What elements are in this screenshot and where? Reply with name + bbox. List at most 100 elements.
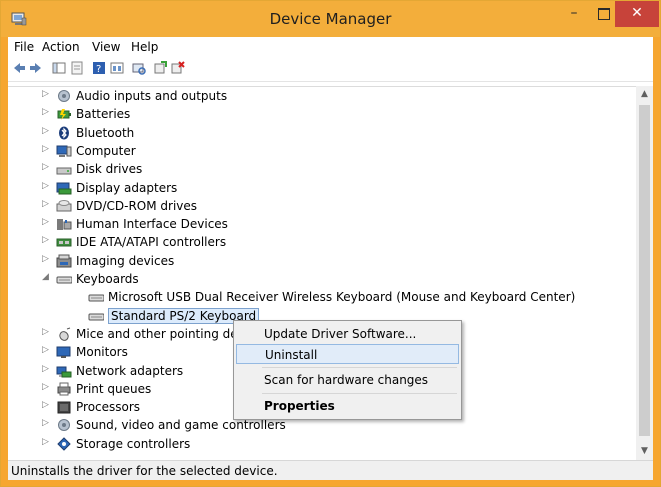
disk-drive-icon	[56, 162, 72, 176]
menu-file[interactable]: File	[14, 40, 34, 54]
status-bar: Uninstalls the driver for the selected d…	[8, 460, 653, 480]
tree-item-label: Human Interface Devices	[76, 217, 228, 231]
expand-chevron-icon[interactable]: ▷	[42, 162, 52, 172]
battery-icon	[56, 107, 72, 121]
context-menu-separator	[262, 393, 457, 394]
scan-hardware-icon	[132, 63, 146, 75]
minimize-icon: –	[570, 5, 578, 21]
scan-hardware-toolbar-button[interactable]	[132, 61, 146, 75]
expand-chevron-icon[interactable]: ▷	[42, 217, 52, 227]
tree-item-label: Storage controllers	[76, 437, 191, 451]
properties-icon	[71, 61, 83, 75]
context-update-driver-software[interactable]: Update Driver Software...	[236, 324, 459, 344]
title-bar[interactable]: Device Manager – ✕	[1, 1, 660, 37]
computer-icon	[56, 144, 72, 158]
menu-action[interactable]: Action	[42, 40, 80, 54]
expand-chevron-icon[interactable]: ▷	[42, 327, 52, 337]
uninstall-toolbar-button[interactable]	[171, 61, 185, 75]
imaging-device-icon	[56, 254, 72, 268]
expand-chevron-icon[interactable]: ▷	[42, 418, 52, 428]
tree-category-item[interactable]: ▷ Computer	[8, 143, 638, 161]
expand-chevron-icon[interactable]: ▷	[42, 400, 52, 410]
expand-chevron-icon[interactable]: ▷	[42, 89, 52, 99]
printer-icon	[56, 382, 72, 396]
dvd-drive-icon	[56, 199, 72, 213]
tree-category-item[interactable]: ▷ Bluetooth	[8, 125, 638, 143]
tree-item-label: IDE ATA/ATAPI controllers	[76, 235, 227, 249]
tree-category-item[interactable]: ▷ Batteries	[8, 106, 638, 124]
keyboard-icon	[88, 309, 104, 323]
uninstall-icon	[171, 61, 185, 74]
expand-chevron-icon[interactable]: ▷	[42, 107, 52, 117]
tree-category-item[interactable]: ▷ Human Interface Devices	[8, 216, 638, 234]
back-button[interactable]	[12, 61, 26, 75]
menu-bar: File Action View Help	[8, 37, 653, 57]
processor-icon	[56, 400, 72, 414]
tree-category-item[interactable]: ▷ IDE ATA/ATAPI controllers	[8, 234, 638, 252]
tree-category-item[interactable]: ▷ Audio inputs and outputs	[8, 88, 638, 106]
tree-item-label: Display adapters	[76, 181, 178, 195]
vertical-scrollbar[interactable]: ▲ ▼	[636, 86, 653, 460]
tree-device-item[interactable]: Microsoft USB Dual Receiver Wireless Key…	[8, 289, 638, 307]
tree-item-label: Sound, video and game controllers	[76, 418, 286, 432]
tree-item-label: Processors	[76, 400, 141, 414]
status-text: Uninstalls the driver for the selected d…	[11, 464, 278, 478]
update-driver-icon	[154, 61, 167, 74]
expand-chevron-icon[interactable]: ▷	[42, 235, 52, 245]
minimize-button[interactable]: –	[559, 1, 589, 27]
tree-item-label: Audio inputs and outputs	[76, 89, 228, 103]
collapse-chevron-icon[interactable]: ◢	[42, 272, 52, 282]
toolbar: ?	[8, 57, 653, 82]
forward-arrow-icon	[30, 63, 41, 73]
expand-chevron-icon[interactable]: ▷	[42, 181, 52, 191]
expand-chevron-icon[interactable]: ▷	[42, 126, 52, 136]
menu-view[interactable]: View	[92, 40, 120, 54]
close-button[interactable]: ✕	[615, 1, 659, 27]
context-menu-separator	[262, 367, 457, 368]
expand-chevron-icon[interactable]: ▷	[42, 437, 52, 447]
tree-item-label: Mice and other pointing dev	[76, 327, 245, 341]
expand-chevron-icon[interactable]: ▷	[42, 144, 52, 154]
tree-category-item[interactable]: ▷ Storage controllers	[8, 436, 638, 454]
tree-item-label: Bluetooth	[76, 126, 135, 140]
tree-category-item[interactable]: ▷ Display adapters	[8, 180, 638, 198]
update-driver-toolbar-button[interactable]	[153, 61, 167, 75]
menu-help[interactable]: Help	[131, 40, 158, 54]
expand-chevron-icon[interactable]: ▷	[42, 382, 52, 392]
expand-chevron-icon[interactable]: ▷	[42, 364, 52, 374]
ide-controller-icon	[56, 235, 72, 249]
tree-item-label: DVD/CD-ROM drives	[76, 199, 198, 213]
network-adapter-icon	[56, 364, 72, 378]
tree-item-label: Computer	[76, 144, 136, 158]
tree-category-item[interactable]: ▷ Disk drives	[8, 161, 638, 179]
chevron-down-icon: ▼	[641, 446, 648, 456]
tree-category-item[interactable]: ▷ Imaging devices	[8, 253, 638, 271]
help-toolbar-button[interactable]: ?	[92, 61, 106, 75]
tree-category-item[interactable]: ◢ Keyboards	[8, 271, 638, 289]
sound-icon	[56, 418, 72, 432]
storage-controller-icon	[56, 437, 72, 451]
expand-chevron-icon[interactable]: ▷	[42, 199, 52, 209]
tree-item-label: Keyboards	[76, 272, 139, 286]
keyboard-icon	[56, 272, 72, 286]
context-scan-hardware-changes[interactable]: Scan for hardware changes	[236, 370, 459, 390]
chevron-up-icon: ▲	[641, 89, 648, 99]
help-icon: ?	[93, 62, 105, 75]
hid-icon	[56, 217, 72, 231]
forward-button[interactable]	[29, 61, 43, 75]
context-properties[interactable]: Properties	[236, 396, 459, 416]
context-uninstall[interactable]: Uninstall	[236, 344, 459, 364]
tree-category-item[interactable]: ▷ DVD/CD-ROM drives	[8, 198, 638, 216]
scrollbar-thumb[interactable]	[639, 105, 650, 436]
expand-chevron-icon[interactable]: ▷	[42, 345, 52, 355]
show-hide-console-tree-button[interactable]	[52, 61, 66, 75]
view-toolbar-button[interactable]	[110, 61, 124, 75]
tree-item-label: Microsoft USB Dual Receiver Wireless Key…	[108, 290, 576, 304]
properties-toolbar-button[interactable]	[70, 61, 84, 75]
expand-chevron-icon[interactable]: ▷	[42, 254, 52, 264]
scroll-up-button[interactable]: ▲	[636, 86, 653, 103]
tree-item-label: Disk drives	[76, 162, 143, 176]
context-menu: Update Driver Software... Uninstall Scan…	[233, 320, 462, 420]
scroll-down-button[interactable]: ▼	[636, 443, 653, 460]
tree-item-label: Network adapters	[76, 364, 184, 378]
